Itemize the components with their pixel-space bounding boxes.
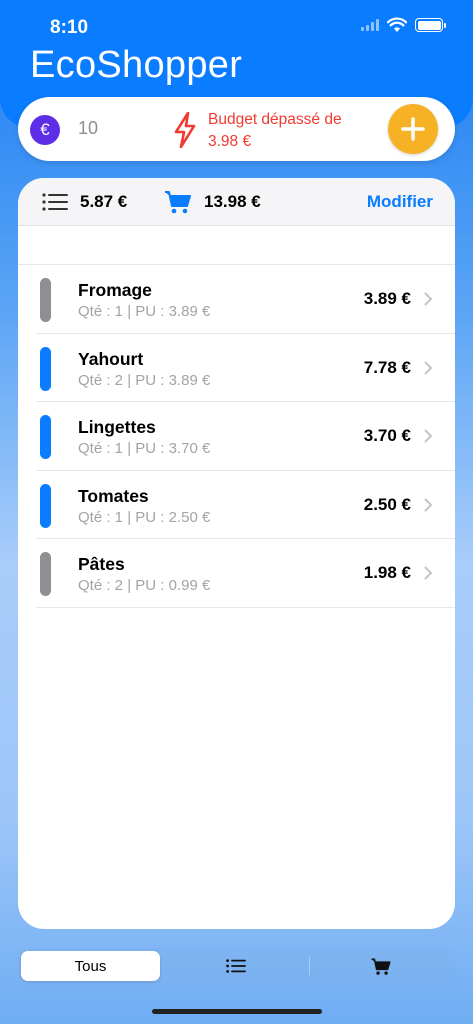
wifi-icon: [387, 17, 407, 32]
list-header-spacer: [18, 226, 455, 265]
plus-icon: [401, 117, 425, 141]
item-detail: Qté : 1 | PU : 3.89 €: [78, 303, 211, 320]
budget-input[interactable]: [78, 118, 158, 139]
item-price: 7.78 €: [363, 357, 411, 377]
battery-icon: [415, 18, 446, 32]
item-status-bar: [40, 278, 51, 322]
status-time: 8:10: [50, 17, 89, 38]
chevron-right-icon: [424, 361, 432, 374]
item-status-bar: [40, 483, 51, 528]
budget-warning-line1: Budget dépassé de: [208, 111, 342, 128]
item-detail: Qté : 2 | PU : 0.99 €: [78, 577, 211, 594]
list-item[interactable]: Pâtes Qté : 2 | PU : 0.99 € 1.98 €: [36, 539, 455, 608]
tab-all[interactable]: Tous: [21, 951, 160, 981]
item-price: 3.70 €: [363, 426, 411, 445]
item-price: 3.89 €: [363, 289, 411, 308]
chevron-right-icon: [424, 429, 432, 443]
segment-control: Tous: [18, 948, 455, 984]
cart-icon: [371, 957, 391, 975]
tab-cart[interactable]: [310, 951, 452, 981]
shopping-list-card: 5.87 € 13.98 € Modifier Fromage Qté : 1 |…: [18, 178, 455, 929]
item-status-bar: [40, 415, 51, 459]
item-name: Tomates: [78, 485, 149, 506]
item-detail: Qté : 1 | PU : 3.70 €: [78, 440, 211, 457]
cart-icon: [165, 191, 191, 214]
item-status-bar: [40, 346, 51, 391]
item-detail: Qté : 2 | PU : 3.89 €: [78, 371, 211, 389]
list-icon: [225, 959, 246, 973]
list-icon: [42, 193, 68, 211]
add-item-button[interactable]: [388, 104, 438, 154]
status-icons: [361, 17, 446, 33]
budget-warning: Budget dépassé de 3.98 €: [208, 109, 368, 153]
app-title: EcoShopper: [30, 44, 243, 86]
budget-card: € Budget dépassé de 3.98 €: [18, 97, 455, 161]
item-name: Pâtes: [78, 554, 125, 574]
list-total: 5.87 €: [80, 192, 128, 211]
modify-button[interactable]: Modifier: [367, 192, 433, 212]
list-item[interactable]: Tomates Qté : 1 | PU : 2.50 € 2.50 €: [36, 471, 455, 539]
item-name: Fromage: [78, 280, 152, 300]
item-name: Yahourt: [78, 348, 144, 369]
euro-icon: €: [30, 115, 60, 145]
list-item[interactable]: Lingettes Qté : 1 | PU : 3.70 € 3.70 €: [36, 402, 455, 471]
item-status-bar: [40, 552, 51, 596]
chevron-right-icon: [424, 566, 432, 580]
list-item[interactable]: Yahourt Qté : 2 | PU : 3.89 € 7.78 €: [36, 334, 455, 402]
item-price: 2.50 €: [363, 494, 411, 514]
budget-warning-line2: 3.98 €: [208, 133, 252, 150]
home-indicator: [152, 1009, 322, 1014]
items-list: Fromage Qté : 1 | PU : 3.89 € 3.89 € Yahour…: [18, 265, 455, 608]
tab-list[interactable]: [164, 951, 307, 981]
item-detail: Qté : 1 | PU : 2.50 €: [78, 508, 211, 526]
totals-bar: 5.87 € 13.98 € Modifier: [18, 178, 455, 226]
chevron-right-icon: [424, 292, 432, 306]
lightning-icon: [174, 112, 196, 148]
list-item[interactable]: Fromage Qté : 1 | PU : 3.89 € 3.89 €: [36, 265, 455, 334]
chevron-right-icon: [424, 498, 432, 511]
item-name: Lingettes: [78, 417, 156, 437]
cart-total: 13.98 €: [204, 192, 261, 211]
item-price: 1.98 €: [363, 563, 411, 582]
cellular-signal-icon: [361, 19, 379, 31]
